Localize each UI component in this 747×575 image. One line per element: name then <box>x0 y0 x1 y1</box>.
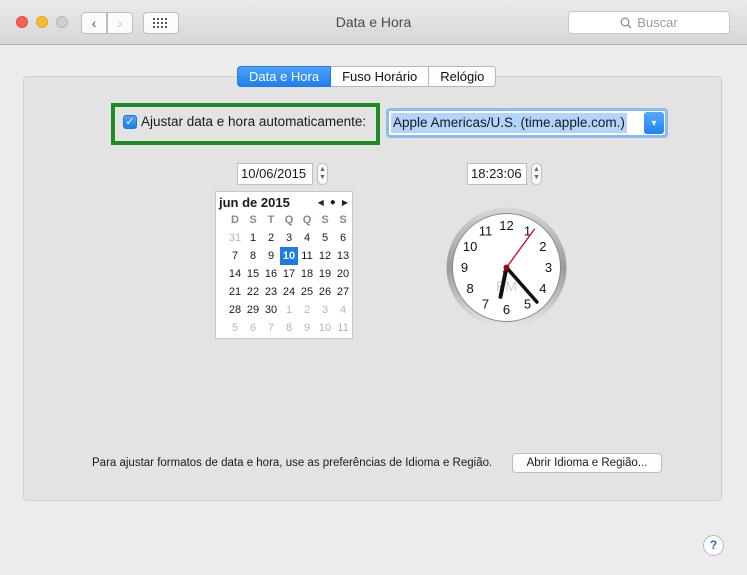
calendar-grid: D S T Q Q S S 31 1 2 3 4 5 6 7 8 9 10 11 12 13 14 15 16 17 18 19 20… <box>226 212 352 337</box>
calendar[interactable]: jun de 2015 ◀ ● ▶ D S T Q Q S S 31 1 2 3 4 5 6 7 8 9 10 11… <box>215 191 353 339</box>
calendar-dow: D <box>231 214 239 226</box>
calendar-dow: Q <box>284 214 294 226</box>
clock-number: 7 <box>482 296 489 311</box>
clock-number: 8 <box>466 281 473 296</box>
time-server-select[interactable]: Apple Americas/U.S. (time.apple.com.) ▾ <box>386 108 668 138</box>
previous-month-icon[interactable]: ◀ <box>318 198 324 207</box>
calendar-day[interactable]: 21 <box>226 283 244 301</box>
checkmark-icon: ✓ <box>125 115 135 128</box>
calendar-day[interactable]: 9 <box>262 247 280 265</box>
calendar-day[interactable]: 4 <box>334 301 352 319</box>
stepper-up-icon: ▲ <box>319 166 326 173</box>
stepper-down-icon: ▼ <box>533 174 540 181</box>
search-placeholder: Buscar <box>637 15 678 30</box>
time-stepper[interactable]: ▲ ▼ <box>531 163 542 185</box>
calendar-day[interactable]: 19 <box>316 265 334 283</box>
calendar-dow: S <box>339 214 347 226</box>
calendar-day[interactable]: 10 <box>280 247 298 265</box>
calendar-day[interactable]: 12 <box>316 247 334 265</box>
calendar-day[interactable]: 30 <box>262 301 280 319</box>
clock-number: 12 <box>499 218 513 233</box>
clock-number: 9 <box>461 260 468 275</box>
calendar-day[interactable]: 7 <box>262 319 280 337</box>
calendar-dow: S <box>321 214 329 226</box>
calendar-header: jun de 2015 ◀ ● ▶ <box>216 192 352 212</box>
clock-number: 3 <box>545 260 552 275</box>
calendar-day[interactable]: 9 <box>298 319 316 337</box>
calendar-day[interactable]: 7 <box>226 247 244 265</box>
calendar-dow: S <box>249 214 257 226</box>
calendar-day[interactable]: 28 <box>226 301 244 319</box>
calendar-dow: T <box>267 214 275 226</box>
calendar-day[interactable]: 13 <box>334 247 352 265</box>
calendar-day[interactable]: 27 <box>334 283 352 301</box>
calendar-day[interactable]: 24 <box>280 283 298 301</box>
calendar-day[interactable]: 10 <box>316 319 334 337</box>
time-field[interactable]: 18:23:06 <box>467 163 527 185</box>
calendar-day[interactable]: 2 <box>262 229 280 247</box>
clock-number: 4 <box>539 281 546 296</box>
search-icon <box>620 17 632 28</box>
calendar-day[interactable]: 14 <box>226 265 244 283</box>
calendar-day[interactable]: 8 <box>280 319 298 337</box>
date-field[interactable]: 10/06/2015 <box>237 163 313 185</box>
stepper-up-icon: ▲ <box>533 166 540 173</box>
calendar-day[interactable]: 2 <box>298 301 316 319</box>
auto-time-row: ✓ Ajustar data e hora automaticamente: <box>123 114 366 129</box>
calendar-day[interactable]: 3 <box>280 229 298 247</box>
calendar-dow: Q <box>302 214 312 226</box>
auto-time-label[interactable]: Ajustar data e hora automaticamente: <box>141 114 366 129</box>
calendar-day[interactable]: 17 <box>280 265 298 283</box>
open-language-region-button[interactable]: Abrir Idioma e Região... <box>512 453 662 473</box>
chevron-down-icon[interactable]: ▾ <box>644 112 664 134</box>
clock-number: 5 <box>524 296 531 311</box>
calendar-day[interactable]: 15 <box>244 265 262 283</box>
clock-center <box>503 264 510 271</box>
calendar-day[interactable]: 11 <box>334 319 352 337</box>
question-icon: ? <box>709 538 718 552</box>
calendar-day[interactable]: 5 <box>316 229 334 247</box>
tab-fuso-horario[interactable]: Fuso Horário <box>331 66 430 87</box>
calendar-day[interactable]: 1 <box>280 301 298 319</box>
tab-bar: Data e Hora Fuso Horário Relógio <box>237 66 497 87</box>
calendar-day[interactable]: 31 <box>226 229 244 247</box>
date-stepper[interactable]: ▲ ▼ <box>317 163 328 185</box>
calendar-day[interactable]: 18 <box>298 265 316 283</box>
clock-number: 1 <box>524 224 531 239</box>
calendar-day[interactable]: 29 <box>244 301 262 319</box>
tab-relogio[interactable]: Relógio <box>429 66 497 87</box>
tab-data-e-hora[interactable]: Data e Hora <box>237 66 332 87</box>
time-server-value: Apple Americas/U.S. (time.apple.com.) <box>391 113 627 133</box>
calendar-day[interactable]: 11 <box>298 247 316 265</box>
auto-time-checkbox[interactable]: ✓ <box>123 114 137 129</box>
calendar-day[interactable]: 8 <box>244 247 262 265</box>
clock-number: 11 <box>479 224 493 239</box>
analog-clock: 12 12 3 45678 9 1011 PM <box>446 207 567 328</box>
calendar-day[interactable]: 6 <box>334 229 352 247</box>
calendar-month-title: jun de 2015 <box>219 194 290 210</box>
search-field[interactable]: Buscar <box>568 11 730 34</box>
calendar-day[interactable]: 4 <box>298 229 316 247</box>
next-month-icon[interactable]: ▶ <box>342 198 348 207</box>
clock-period-label: PM <box>496 278 517 294</box>
clock-number: 10 <box>463 239 477 254</box>
calendar-day[interactable]: 5 <box>226 319 244 337</box>
calendar-day[interactable]: 3 <box>316 301 334 319</box>
title-bar: ‹ › Data e Hora Buscar <box>0 0 747 45</box>
calendar-day[interactable]: 1 <box>244 229 262 247</box>
clock-number: 2 <box>539 239 546 254</box>
stepper-down-icon: ▼ <box>319 174 326 181</box>
calendar-nav: ◀ ● ▶ <box>318 197 348 208</box>
calendar-day[interactable]: 23 <box>262 283 280 301</box>
calendar-day[interactable]: 25 <box>298 283 316 301</box>
calendar-day[interactable]: 16 <box>262 265 280 283</box>
calendar-day[interactable]: 20 <box>334 265 352 283</box>
calendar-day[interactable]: 6 <box>244 319 262 337</box>
today-dot-icon[interactable]: ● <box>330 197 336 208</box>
calendar-day[interactable]: 22 <box>244 283 262 301</box>
clock-number: 6 <box>503 302 510 317</box>
calendar-day[interactable]: 26 <box>316 283 334 301</box>
help-button[interactable]: ? <box>703 535 724 556</box>
footer-hint: Para ajustar formatos de data e hora, us… <box>92 457 493 469</box>
